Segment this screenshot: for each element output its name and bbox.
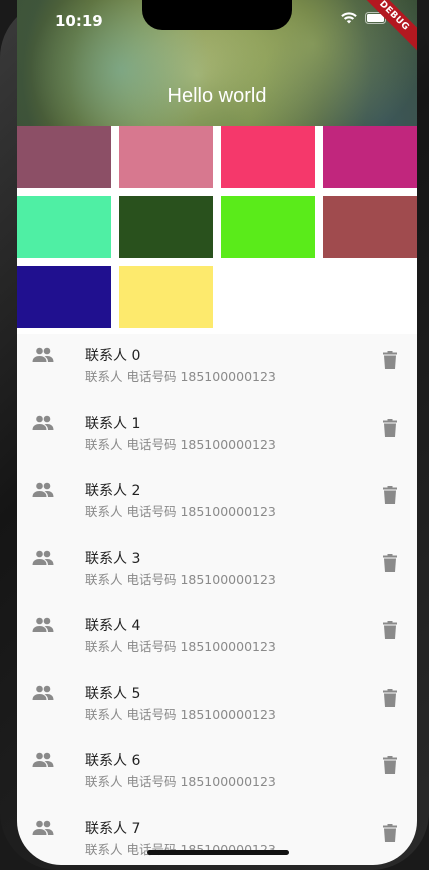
color-tile[interactable] [323, 196, 417, 258]
people-icon [32, 617, 54, 637]
contact-name: 联系人 6 [85, 753, 141, 769]
page-title: Hello world [167, 85, 267, 107]
contact-phone: 联系人 电话号码 185100000123 [85, 436, 276, 452]
contact-phone: 联系人 电话号码 185100000123 [85, 774, 276, 789]
people-icon [32, 752, 54, 772]
notch [142, 0, 292, 30]
list-item[interactable]: 联系人 2 联系人 电话号码 185100000123 [17, 467, 417, 535]
wifi-icon [341, 12, 357, 24]
color-tile[interactable] [17, 196, 111, 258]
list-item[interactable]: 联系人 3 联系人 电话号码 185100000123 [17, 535, 417, 603]
trash-icon[interactable] [383, 823, 397, 846]
color-tile[interactable] [17, 266, 111, 328]
trash-icon[interactable] [383, 553, 397, 576]
trash-icon[interactable] [383, 418, 397, 441]
color-tile[interactable] [221, 126, 315, 188]
list-item[interactable]: 联系人 1 联系人 电话号码 185100000123 [17, 400, 417, 468]
contact-phone: 联系人 电话号码 185100000123 [85, 639, 276, 654]
contact-name: 联系人 7 [85, 820, 141, 837]
contact-phone: 联系人 电话号码 185100000123 [85, 369, 276, 384]
trash-icon[interactable] [383, 486, 397, 508]
color-tile[interactable] [221, 196, 315, 258]
trash-icon[interactable] [383, 688, 397, 711]
trash-icon[interactable] [383, 351, 397, 373]
contact-phone: 联系人 电话号码 185100000123 [85, 571, 276, 587]
contact-list: 联系人 0 联系人 电话号码 185100000123 联系人 1 联系人 电话… [17, 332, 417, 865]
list-item[interactable]: 联系人 6 联系人 电话号码 185100000123 [17, 737, 417, 805]
people-icon [32, 820, 54, 840]
color-tile[interactable] [119, 196, 213, 258]
color-tile[interactable] [119, 126, 213, 188]
contact-phone: 联系人 电话号码 185100000123 [85, 706, 276, 722]
contact-name: 联系人 3 [85, 550, 141, 567]
list-item[interactable]: 联系人 0 联系人 电话号码 185100000123 [17, 332, 417, 400]
home-indicator[interactable] [147, 850, 289, 855]
contact-name: 联系人 2 [85, 483, 141, 499]
people-icon [32, 482, 54, 502]
trash-icon[interactable] [383, 621, 397, 643]
list-item[interactable]: 联系人 7 联系人 电话号码 185100000123 [17, 805, 417, 866]
status-time: 10:19 [55, 12, 103, 30]
people-icon [32, 550, 54, 570]
color-tile[interactable] [17, 126, 111, 188]
contact-name: 联系人 5 [85, 685, 141, 702]
color-tile[interactable] [119, 266, 213, 328]
contact-name: 联系人 0 [85, 348, 141, 364]
people-icon [32, 347, 54, 367]
color-tile[interactable] [323, 126, 417, 188]
app-screen: Hello world 10:19 DEBUG 联系人 0 联系人 电话号码 1… [17, 0, 417, 865]
trash-icon[interactable] [383, 756, 397, 778]
list-item[interactable]: 联系人 4 联系人 电话号码 185100000123 [17, 602, 417, 670]
people-icon [32, 685, 54, 705]
contact-phone: 联系人 电话号码 185100000123 [85, 504, 276, 519]
contact-name: 联系人 1 [85, 415, 141, 432]
list-item[interactable]: 联系人 5 联系人 电话号码 185100000123 [17, 670, 417, 738]
people-icon [32, 415, 54, 435]
contact-name: 联系人 4 [85, 618, 141, 634]
color-grid [17, 126, 417, 334]
